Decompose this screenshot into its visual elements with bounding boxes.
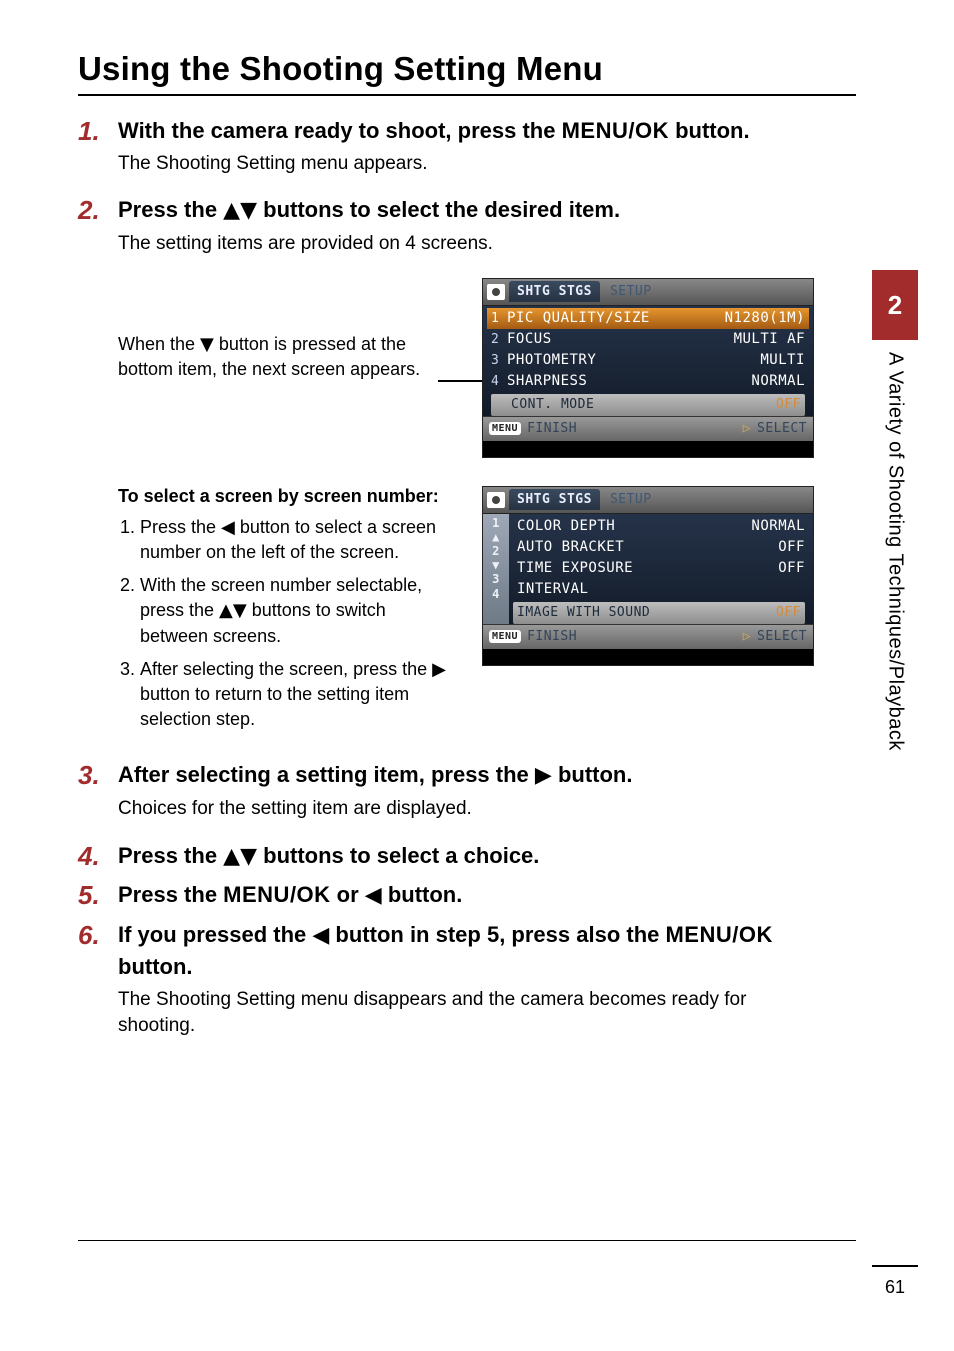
step-5: 5. Press the MENU/OK or ◀ button.	[78, 880, 814, 916]
step-2-sub: The setting items are provided on 4 scre…	[118, 231, 814, 258]
sub-item-2: With the screen number selectable, press…	[140, 573, 458, 649]
tab-setup: SETUP	[604, 281, 658, 302]
sub-section: To select a screen by screen number: Pre…	[118, 486, 814, 741]
camera-icon	[487, 492, 505, 508]
sub-item-1: Press the ◀ button to select a screen nu…	[140, 515, 458, 565]
up-down-icon: ▲▼	[223, 198, 257, 223]
step-number: 5.	[78, 880, 118, 916]
side-rail: 2 A Variety of Shooting Techniques/Playb…	[872, 270, 918, 751]
right-icon: ▶	[432, 659, 446, 680]
step-2: 2. Press the ▲▼ buttons to select the de…	[78, 195, 814, 271]
menu-row: 4 SHARPNESS NORMAL	[487, 371, 809, 392]
left-icon: ◀	[221, 517, 235, 538]
menu-row: 2 FOCUS MULTI AF	[487, 329, 809, 350]
step-2-title: Press the ▲▼ buttons to select the desir…	[118, 195, 814, 227]
step-4: 4. Press the ▲▼ buttons to select a choi…	[78, 841, 814, 877]
step-number: 6.	[78, 920, 118, 1054]
manual-page: Using the Shooting Setting Menu 1. With …	[0, 0, 954, 1351]
screenshot-footer: MENU FINISH ▷ SELECT	[483, 624, 813, 649]
screenshot-footer: MENU FINISH ▷ SELECT	[483, 416, 813, 441]
page-title: Using the Shooting Setting Menu	[78, 50, 954, 88]
menu-row: TIME EXPOSURE OFF	[513, 558, 809, 579]
screen-number-sidebar: 1 ▲ 2 ▼ 3 4	[483, 514, 509, 624]
step-3-sub: Choices for the setting item are display…	[118, 796, 814, 823]
step-3-title: After selecting a setting item, press th…	[118, 760, 814, 792]
menu-row-overflow: IMAGE WITH SOUND OFF	[513, 602, 805, 624]
down-icon: ▼	[200, 334, 214, 355]
right-triangle-icon: ▷	[743, 629, 751, 644]
menu-row-overflow: CONT. MODE OFF	[491, 394, 805, 416]
step-6-title: If you pressed the ◀ button in step 5, p…	[118, 920, 814, 983]
down-arrow-icon: ▼	[492, 559, 500, 571]
up-down-icon: ▲▼	[219, 600, 247, 621]
footer-rule	[78, 1240, 856, 1241]
camera-screenshot-2: SHTG STGS SETUP 1 ▲ 2 ▼ 3 4 COLOR DEPTH	[482, 486, 814, 666]
step-1-sub: The Shooting Setting menu appears.	[118, 151, 814, 178]
step-6-sub: The Shooting Setting menu disappears and…	[118, 987, 814, 1040]
menu-row: INTERVAL	[513, 579, 809, 600]
step-number: 4.	[78, 841, 118, 877]
tab-shtg-stgs: SHTG STGS	[509, 281, 600, 302]
step-number: 3.	[78, 760, 118, 836]
menu-row: 1 PIC QUALITY/SIZE N1280(1M)	[487, 308, 809, 329]
page-number: 61	[872, 1265, 918, 1307]
menu-ok-label: MENU/OK	[562, 118, 669, 143]
menu-row: 3 PHOTOMETRY MULTI	[487, 350, 809, 371]
left-icon: ◀	[365, 883, 382, 908]
menu-ok-label: MENU/OK	[665, 922, 772, 947]
tab-shtg-stgs: SHTG STGS	[509, 489, 600, 510]
diagram-row-1: When the ▼ button is pressed at the bott…	[118, 278, 814, 458]
step-5-title: Press the MENU/OK or ◀ button.	[118, 880, 814, 912]
sub-section-heading: To select a screen by screen number:	[118, 486, 458, 507]
step-4-title: Press the ▲▼ buttons to select a choice.	[118, 841, 814, 873]
step-number: 2.	[78, 195, 118, 271]
menu-badge: MENU	[489, 630, 521, 643]
up-arrow-icon: ▲	[492, 531, 500, 543]
sub-item-3: After selecting the screen, press the ▶ …	[140, 657, 458, 733]
step-1-title: With the camera ready to shoot, press th…	[118, 116, 814, 147]
sub-section-list: Press the ◀ button to select a screen nu…	[118, 515, 458, 733]
left-icon: ◀	[312, 923, 329, 948]
menu-ok-label: MENU/OK	[223, 882, 330, 907]
right-icon: ▶	[535, 763, 552, 788]
step-6: 6. If you pressed the ◀ button in step 5…	[78, 920, 814, 1054]
camera-icon	[487, 284, 505, 300]
tab-setup: SETUP	[604, 489, 658, 510]
callout-leader-line	[438, 380, 488, 382]
title-rule	[78, 94, 856, 96]
step-3: 3. After selecting a setting item, press…	[78, 760, 814, 836]
section-vertical-label: A Variety of Shooting Techniques/Playbac…	[884, 352, 907, 751]
step-1: 1. With the camera ready to shoot, press…	[78, 116, 814, 191]
menu-badge: MENU	[489, 422, 521, 435]
up-down-icon: ▲▼	[223, 844, 257, 869]
menu-row: AUTO BRACKET OFF	[513, 537, 809, 558]
step-number: 1.	[78, 116, 118, 191]
callout-text: When the ▼ button is pressed at the bott…	[118, 332, 438, 382]
right-triangle-icon: ▷	[743, 421, 751, 436]
steps-container: 1. With the camera ready to shoot, press…	[78, 116, 954, 1054]
menu-row: COLOR DEPTH NORMAL	[513, 516, 809, 537]
camera-screenshot-1: SHTG STGS SETUP 1 PIC QUALITY/SIZE N1280…	[482, 278, 814, 458]
chapter-badge: 2	[872, 270, 918, 340]
